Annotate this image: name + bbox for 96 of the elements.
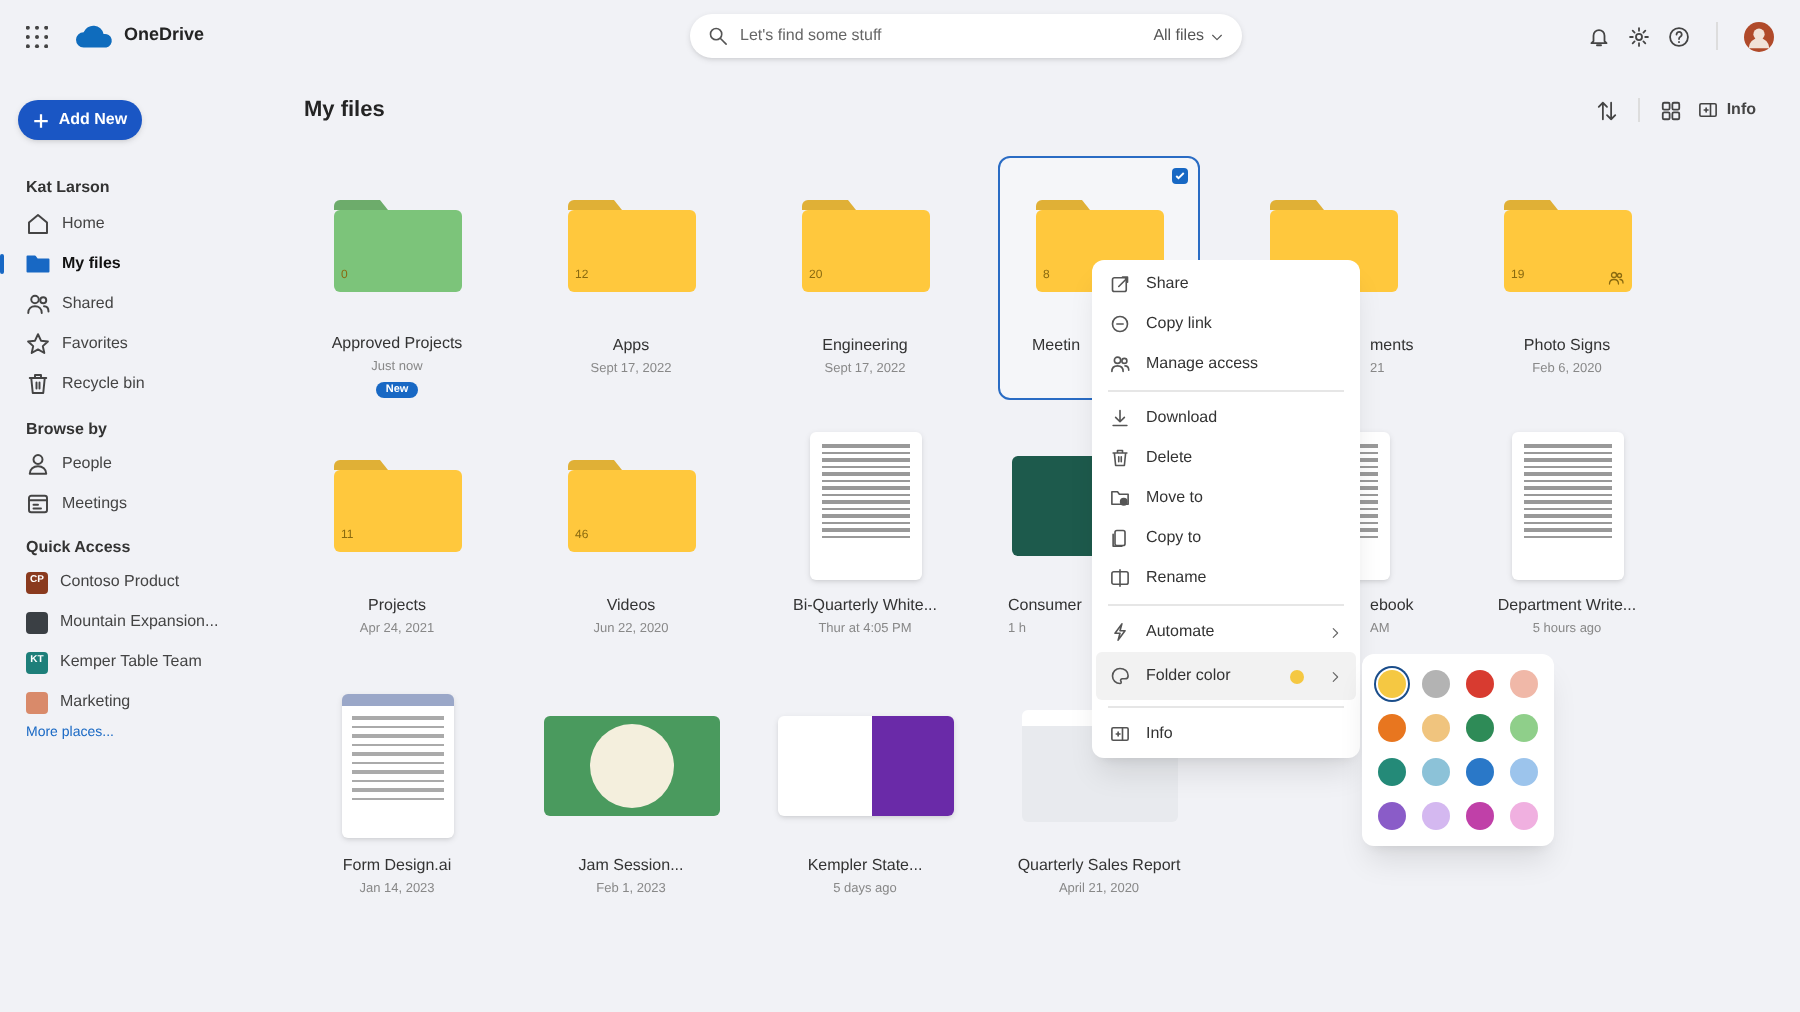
color-swatch[interactable]	[1510, 670, 1538, 698]
menu-item[interactable]: Delete	[1096, 438, 1356, 478]
section-title: Kat Larson	[26, 176, 112, 200]
menu-item[interactable]: Folder color	[1096, 652, 1356, 700]
item-name[interactable]: Approved Projects	[298, 332, 496, 357]
page-heading: My files	[304, 95, 385, 126]
color-swatch[interactable]	[1422, 714, 1450, 742]
bell-icon[interactable]	[1588, 25, 1610, 47]
item-name[interactable]: Apps	[532, 334, 730, 358]
quick-access-item[interactable]: Mountain Expansion...	[26, 602, 280, 642]
calendar-icon	[26, 492, 50, 516]
menu-item[interactable]: Download	[1096, 398, 1356, 438]
color-swatch[interactable]	[1510, 714, 1538, 742]
app-launcher-icon[interactable]	[26, 25, 48, 47]
item-name[interactable]: ebook	[1370, 594, 1414, 618]
color-swatch[interactable]	[1510, 758, 1538, 786]
item-name[interactable]: ments	[1370, 334, 1414, 358]
nav-item[interactable]: Meetings	[26, 484, 280, 524]
folder-move-icon	[1110, 488, 1130, 508]
search-icon	[708, 26, 729, 46]
rename-icon	[1110, 568, 1130, 588]
scope-dropdown[interactable]: All files	[1153, 24, 1225, 48]
quick-access-item[interactable]: Marketing	[26, 682, 280, 722]
menu-item[interactable]: Copy link	[1096, 304, 1356, 344]
menu-item[interactable]: Copy to	[1096, 518, 1356, 558]
item-name[interactable]: Photo Signs	[1468, 334, 1666, 358]
grid-view-icon[interactable]	[1660, 99, 1683, 121]
trash-icon	[26, 372, 50, 396]
link-icon	[1110, 314, 1130, 334]
folder-icon	[26, 252, 50, 276]
menu-item[interactable]: Move to	[1096, 478, 1356, 518]
menu-item[interactable]: Rename	[1096, 558, 1356, 598]
color-swatch[interactable]	[1422, 758, 1450, 786]
search-field[interactable]: Let's find some stuff All files	[690, 14, 1243, 58]
item-name[interactable]: Quarterly Sales Report	[1000, 854, 1198, 878]
nav-item[interactable]: Recycle bin	[0, 364, 280, 404]
color-swatch[interactable]	[1378, 758, 1406, 786]
item-name[interactable]: Department Write...	[1468, 594, 1666, 618]
help-icon[interactable]	[1668, 25, 1690, 47]
nav-item[interactable]: Home	[0, 204, 280, 244]
menu-item[interactable]: Manage access	[1096, 344, 1356, 384]
item-name[interactable]: Jam Session...	[532, 854, 730, 878]
nav-item[interactable]: People	[26, 444, 280, 484]
nav-item[interactable]: My files	[0, 244, 280, 284]
cloud-logo-icon	[76, 24, 114, 48]
nav-item[interactable]: Favorites	[0, 324, 280, 364]
palette-icon	[1110, 666, 1130, 686]
info-button[interactable]: Info	[1694, 98, 1760, 122]
lightning-icon	[1110, 622, 1130, 642]
home-icon	[26, 212, 50, 236]
download-icon	[1110, 408, 1130, 428]
form-thumbnail	[341, 694, 453, 838]
item-name[interactable]: Form Design.ai	[298, 854, 496, 878]
people-icon	[26, 292, 50, 316]
sort-icon[interactable]	[1596, 99, 1619, 121]
info-icon	[1698, 100, 1719, 120]
add-new-button[interactable]: Add New	[18, 100, 142, 140]
color-swatch[interactable]	[1378, 714, 1406, 742]
item-name[interactable]: Videos	[532, 594, 730, 618]
item-name[interactable]: Bi-Quarterly White...	[766, 594, 964, 618]
caret-icon	[1210, 29, 1225, 43]
selection-indicator	[0, 254, 4, 274]
color-swatch[interactable]	[1466, 802, 1494, 830]
section-title: Browse by	[26, 418, 109, 442]
checkbox[interactable]	[1172, 168, 1188, 184]
color-swatch[interactable]	[1466, 714, 1494, 742]
people-icon	[1110, 354, 1130, 374]
color-swatch[interactable]	[1466, 758, 1494, 786]
copy-icon	[1110, 528, 1130, 548]
app-name: OneDrive	[124, 22, 205, 49]
trash-icon	[1110, 448, 1130, 468]
search-input[interactable]: Let's find some stuff	[740, 24, 1142, 48]
item-name[interactable]: Kempler State...	[766, 854, 964, 878]
person-icon	[26, 452, 50, 476]
avatar-icon[interactable]	[1744, 21, 1774, 51]
plus-icon	[32, 111, 51, 129]
color-swatch[interactable]	[1422, 670, 1450, 698]
item-name[interactable]: Projects	[298, 594, 496, 618]
menu-item[interactable]: Share	[1096, 264, 1356, 304]
section-title: Quick Access	[26, 536, 133, 560]
item-name[interactable]: Consumer	[1008, 594, 1082, 618]
menu-item[interactable]: Automate	[1096, 612, 1356, 652]
color-swatch[interactable]	[1422, 802, 1450, 830]
item-name[interactable]: Engineering	[766, 334, 964, 358]
color-swatch[interactable]	[1510, 802, 1538, 830]
share-icon	[1110, 274, 1130, 294]
color-swatch[interactable]	[1466, 670, 1494, 698]
item-name[interactable]: Meetin	[1032, 334, 1081, 358]
people-icon	[1607, 270, 1623, 286]
color-swatch[interactable]	[1378, 670, 1406, 698]
nav-item[interactable]: Shared	[0, 284, 280, 324]
menu-item[interactable]: Info	[1096, 714, 1356, 754]
color-swatch[interactable]	[1378, 802, 1406, 830]
info-icon	[1110, 724, 1130, 744]
settings-icon[interactable]	[1628, 25, 1650, 47]
star-icon	[26, 332, 50, 356]
